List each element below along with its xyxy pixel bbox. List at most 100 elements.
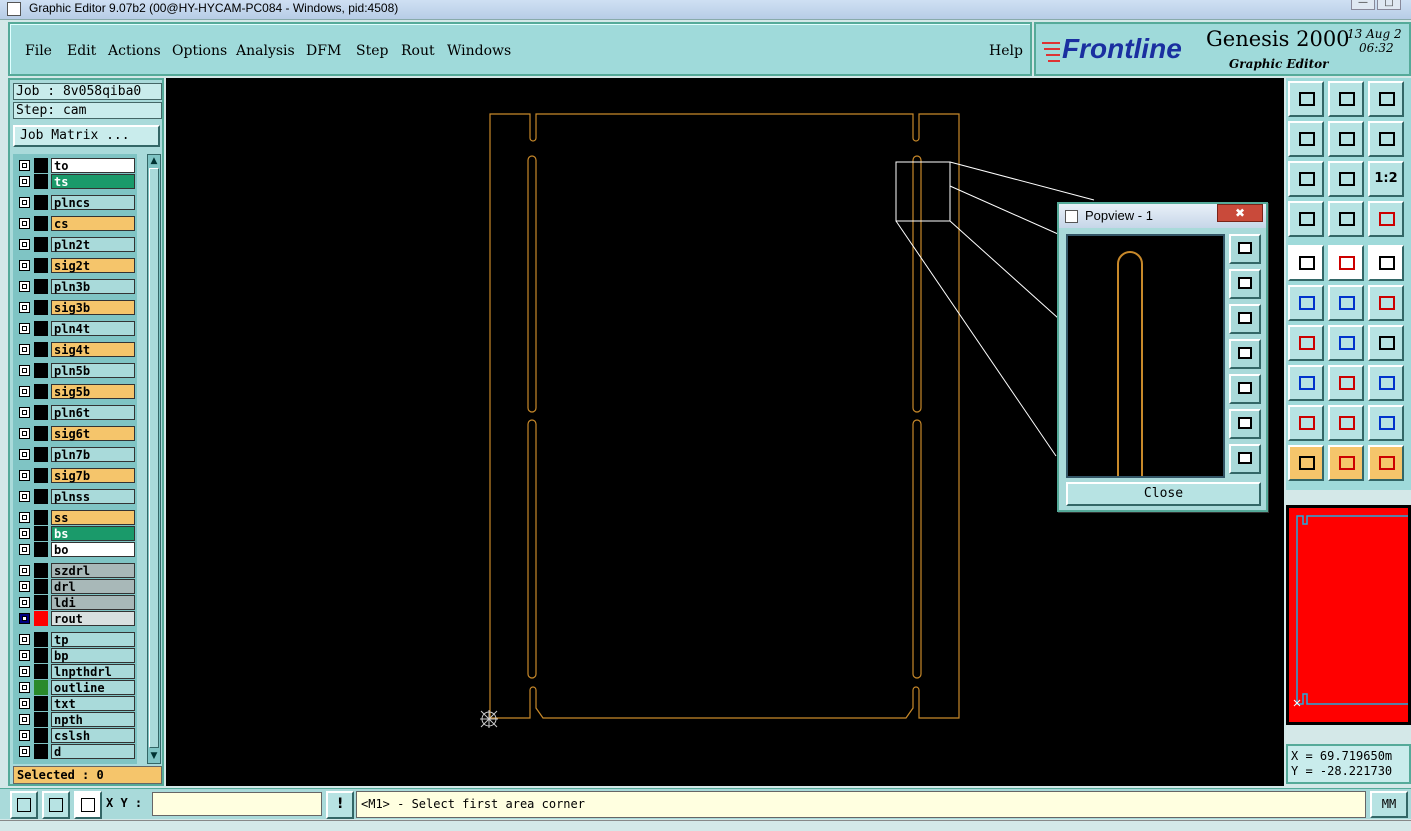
- layer-row-lnpthdrl[interactable]: lnpthdrl: [15, 664, 136, 679]
- menu-analysis[interactable]: Analysis: [236, 43, 295, 59]
- layer-checkbox[interactable]: [19, 449, 30, 460]
- layer-row-cs[interactable]: cs: [15, 216, 136, 231]
- overview-map[interactable]: [1286, 505, 1411, 725]
- menu-dfm[interactable]: DFM: [306, 43, 341, 59]
- menu-options[interactable]: Options: [172, 43, 227, 59]
- layer-row-bp[interactable]: bp: [15, 648, 136, 663]
- menu-rout[interactable]: Rout: [401, 43, 435, 59]
- layer-name[interactable]: bs: [51, 526, 135, 541]
- layer-checkbox[interactable]: [19, 302, 30, 313]
- layer-color-swatch[interactable]: [34, 712, 48, 727]
- layer-name[interactable]: ss: [51, 510, 135, 525]
- layer-name[interactable]: sig4t: [51, 342, 135, 357]
- popview-close-button[interactable]: Close: [1066, 482, 1261, 506]
- layer-row-npth[interactable]: npth: [15, 712, 136, 727]
- layer-checkbox[interactable]: [19, 160, 30, 171]
- layer-row-sig4t[interactable]: sig4t: [15, 342, 136, 357]
- layer-scrollbar[interactable]: ▲ ▼: [147, 154, 161, 764]
- menu-help[interactable]: Help: [989, 43, 1023, 59]
- layer-checkbox[interactable]: [19, 682, 30, 693]
- menu-file[interactable]: File: [25, 43, 52, 59]
- scroll-up-icon[interactable]: ▲: [149, 156, 159, 166]
- layer-row-ss[interactable]: ss: [15, 510, 136, 525]
- layer-row-pln5b[interactable]: pln5b: [15, 363, 136, 378]
- layer-checkbox[interactable]: [19, 581, 30, 592]
- layer-row-sig3b[interactable]: sig3b: [15, 300, 136, 315]
- layer-color-swatch[interactable]: [34, 664, 48, 679]
- layer-name[interactable]: sig3b: [51, 300, 135, 315]
- layer-color-swatch[interactable]: [34, 611, 48, 626]
- arc-icon[interactable]: [1368, 325, 1404, 361]
- pan-left-icon[interactable]: [1288, 121, 1324, 157]
- layer-name[interactable]: drl: [51, 579, 135, 594]
- layer-row-sig6t[interactable]: sig6t: [15, 426, 136, 441]
- layer-checkbox[interactable]: [19, 714, 30, 725]
- menu-windows[interactable]: Windows: [447, 43, 511, 59]
- layer-name[interactable]: plnss: [51, 489, 135, 504]
- layer-color-swatch[interactable]: [34, 258, 48, 273]
- layer-row-pln4t[interactable]: pln4t: [15, 321, 136, 336]
- line-measure-icon[interactable]: [42, 791, 70, 819]
- layer-color-swatch[interactable]: [34, 216, 48, 231]
- layer-color-swatch[interactable]: [34, 542, 48, 557]
- layer-checkbox[interactable]: [19, 544, 30, 555]
- layer-name[interactable]: pln5b: [51, 363, 135, 378]
- layer-name[interactable]: ldi: [51, 595, 135, 610]
- popview-pan-right-icon[interactable]: [1229, 374, 1261, 404]
- warning-button[interactable]: !: [326, 791, 354, 819]
- layer-row-plncs[interactable]: plncs: [15, 195, 136, 210]
- layer-color-swatch[interactable]: [34, 158, 48, 173]
- layer-row-ts[interactable]: ts: [15, 174, 136, 189]
- layer-checkbox[interactable]: [19, 491, 30, 502]
- undo-view-icon[interactable]: [1368, 121, 1404, 157]
- layer-row-sig5b[interactable]: sig5b: [15, 384, 136, 399]
- restore-button[interactable]: □: [1377, 0, 1401, 10]
- pad-select-icon[interactable]: [1288, 365, 1324, 401]
- layer-name[interactable]: rout: [51, 611, 135, 626]
- layer-checkbox[interactable]: [19, 176, 30, 187]
- pan-down-icon[interactable]: [1328, 81, 1364, 117]
- layer-checkbox[interactable]: [19, 218, 30, 229]
- home-icon[interactable]: [1368, 81, 1404, 117]
- layer-name[interactable]: outline: [51, 680, 135, 695]
- layer-name[interactable]: cs: [51, 216, 135, 231]
- layer-name[interactable]: sig7b: [51, 468, 135, 483]
- layer-color-swatch[interactable]: [34, 447, 48, 462]
- menu-actions[interactable]: Actions: [108, 43, 161, 59]
- layer-color-swatch[interactable]: [34, 195, 48, 210]
- layer-row-d[interactable]: d: [15, 744, 136, 759]
- layer-name[interactable]: pln7b: [51, 447, 135, 462]
- layer-row-sig2t[interactable]: sig2t: [15, 258, 136, 273]
- measure-icon[interactable]: [1288, 201, 1324, 237]
- layer-checkbox[interactable]: [19, 746, 30, 757]
- menu-edit[interactable]: Edit: [67, 43, 96, 59]
- layer-color-swatch[interactable]: [34, 174, 48, 189]
- layer-name[interactable]: bo: [51, 542, 135, 557]
- scroll-down-icon[interactable]: ▼: [149, 751, 159, 761]
- layer-color-swatch[interactable]: [34, 405, 48, 420]
- layer-row-sig7b[interactable]: sig7b: [15, 468, 136, 483]
- layer-checkbox[interactable]: [19, 323, 30, 334]
- layer-color-swatch[interactable]: [34, 579, 48, 594]
- layer-color-swatch[interactable]: [34, 744, 48, 759]
- layer-name[interactable]: sig6t: [51, 426, 135, 441]
- select-area-icon[interactable]: [1328, 445, 1364, 481]
- popview-close-x[interactable]: ✖: [1217, 204, 1263, 222]
- layer-color-swatch[interactable]: [34, 363, 48, 378]
- layer-name[interactable]: npth: [51, 712, 135, 727]
- layer-checkbox[interactable]: [19, 281, 30, 292]
- layer-name[interactable]: szdrl: [51, 563, 135, 578]
- layer-name[interactable]: to: [51, 158, 135, 173]
- pan-up-icon[interactable]: [1288, 81, 1324, 117]
- popview-pan-down-icon[interactable]: [1229, 304, 1261, 334]
- popview-zoom-window-icon[interactable]: [1229, 234, 1261, 264]
- select-net-icon[interactable]: [1368, 445, 1404, 481]
- layer-checkbox[interactable]: [19, 528, 30, 539]
- layer-checkbox[interactable]: [19, 565, 30, 576]
- layer-color-swatch[interactable]: [34, 237, 48, 252]
- popview-pan-up-icon[interactable]: [1229, 269, 1261, 299]
- layer-row-plnss[interactable]: plnss: [15, 489, 136, 504]
- layer-checkbox[interactable]: [19, 512, 30, 523]
- layer-checkbox[interactable]: [19, 365, 30, 376]
- popview-pan-left-icon[interactable]: [1229, 339, 1261, 369]
